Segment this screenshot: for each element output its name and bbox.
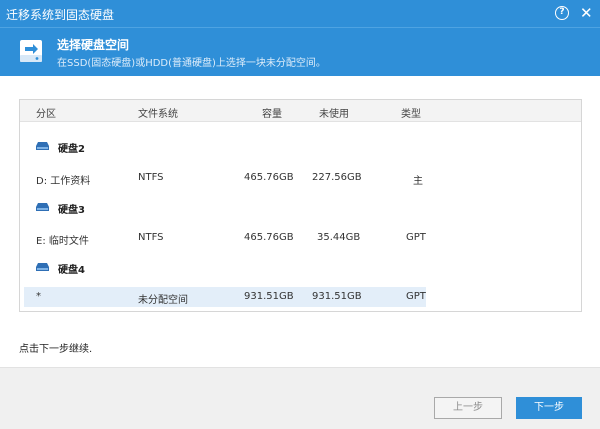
header-banner: 选择硬盘空间 在SSD(固态硬盘)或HDD(普通硬盘)上选择一块未分配空间。 xyxy=(0,27,600,76)
window-title: 迁移系统到固态硬盘 xyxy=(6,8,115,22)
close-button[interactable]: ✕ xyxy=(580,3,593,23)
column-header-unused[interactable]: 未使用 xyxy=(319,105,349,120)
table-row[interactable]: D: 工作资料 NTFS 465.76GB 227.56GB 主 xyxy=(20,168,581,188)
hard-disk-icon xyxy=(36,142,49,150)
prev-button[interactable]: 上一步 xyxy=(434,397,502,419)
partition-filesystem: NTFS xyxy=(138,232,164,243)
column-header-type[interactable]: 类型 xyxy=(401,105,421,120)
disk-group-header: 硬盘2 xyxy=(20,136,581,156)
table-row[interactable]: E: 临时文件 NTFS 465.76GB 35.44GB GPT xyxy=(20,228,581,248)
partition-table: 分区 文件系统 容量 未使用 类型 硬盘2 D: 工作资料 NTFS 465.7… xyxy=(19,99,582,312)
table-row-selected[interactable]: * 未分配空间 931.51GB 931.51GB GPT xyxy=(24,287,426,307)
partition-type: 主 xyxy=(413,176,423,187)
partition-unused: 35.44GB xyxy=(317,232,361,243)
hard-disk-icon xyxy=(36,263,49,271)
partition-filesystem: 未分配空间 xyxy=(138,295,188,306)
header-title: 选择硬盘空间 xyxy=(57,38,130,52)
column-header-filesystem[interactable]: 文件系统 xyxy=(138,105,178,120)
column-header-capacity[interactable]: 容量 xyxy=(262,105,282,120)
partition-name: * xyxy=(36,291,41,302)
disk-group-header: 硬盘3 xyxy=(20,197,581,217)
hard-disk-icon xyxy=(36,203,49,211)
partition-type: GPT xyxy=(406,232,426,243)
footer-bar: 上一步 下一步 xyxy=(0,367,600,429)
partition-name: D: 工作资料 xyxy=(36,176,91,187)
disk-label: 硬盘2 xyxy=(58,144,85,155)
disk-group-header: 硬盘4 xyxy=(20,257,581,277)
disk-label: 硬盘4 xyxy=(58,265,85,276)
partition-capacity: 465.76GB xyxy=(244,172,294,183)
help-button[interactable]: ? xyxy=(555,6,569,20)
table-header: 分区 文件系统 容量 未使用 类型 xyxy=(20,100,581,122)
partition-unused: 931.51GB xyxy=(312,291,362,302)
column-header-partition[interactable]: 分区 xyxy=(36,105,56,120)
next-button[interactable]: 下一步 xyxy=(516,397,582,419)
partition-capacity: 931.51GB xyxy=(244,291,294,302)
partition-capacity: 465.76GB xyxy=(244,232,294,243)
partition-unused: 227.56GB xyxy=(312,172,362,183)
partition-name: E: 临时文件 xyxy=(36,236,89,247)
disk-migrate-icon xyxy=(20,40,42,62)
disk-label: 硬盘3 xyxy=(58,205,85,216)
hint-text: 点击下一步继续. xyxy=(19,344,93,355)
header-subtitle: 在SSD(固态硬盘)或HDD(普通硬盘)上选择一块未分配空间。 xyxy=(57,58,326,69)
partition-type: GPT xyxy=(406,291,426,302)
partition-filesystem: NTFS xyxy=(138,172,164,183)
title-bar: 迁移系统到固态硬盘 ? ✕ xyxy=(0,0,600,27)
